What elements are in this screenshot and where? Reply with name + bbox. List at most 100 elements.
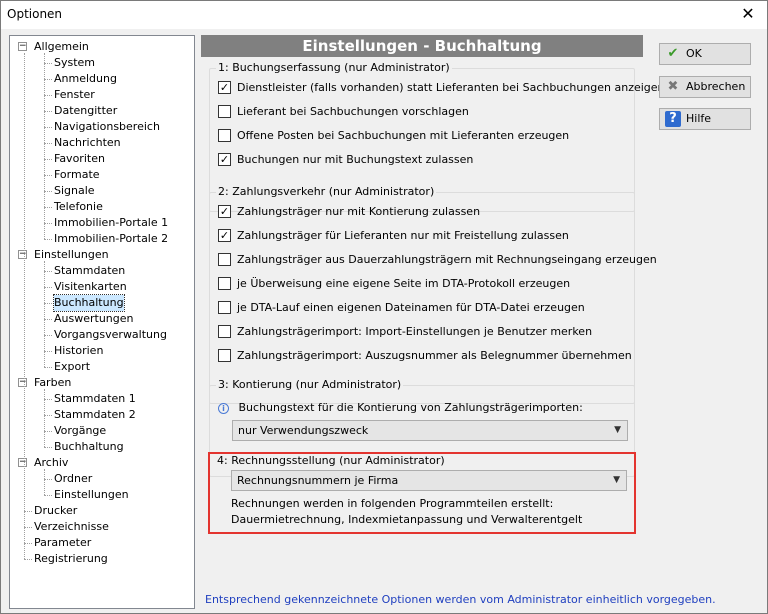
checkbox[interactable] (218, 105, 231, 118)
tree-item[interactable]: Ordner (54, 471, 92, 487)
tree-connector (24, 543, 32, 544)
tree-item[interactable]: Auswertungen (54, 311, 134, 327)
tree-item[interactable]: Stammdaten (54, 263, 125, 279)
tree-item[interactable]: Buchhaltung (53, 294, 125, 312)
buchungstext-select[interactable]: nur Verwendungszweck ▼ (232, 420, 628, 441)
option-label: je Überweisung eine eigene Seite im DTA-… (237, 277, 571, 290)
collapse-icon[interactable]: − (18, 458, 27, 467)
tree-node[interactable]: Registrierung (34, 551, 108, 567)
tree-item[interactable]: Anmeldung (54, 71, 117, 87)
option-label: Dienstleister (falls vorhanden) statt Li… (237, 81, 665, 94)
tree-connector (44, 261, 45, 367)
tree-item[interactable]: System (54, 55, 95, 71)
tree-item[interactable]: Immobilien-Portale 1 (54, 215, 168, 231)
tree-item[interactable]: Datengitter (54, 103, 117, 119)
kontierung-description: i Buchungstext für die Kontierung von Za… (218, 400, 583, 416)
group-label: 3: Kontierung (nur Administrator) (216, 378, 404, 392)
tree-item[interactable]: Einstellungen (54, 487, 129, 503)
tree-connector (44, 303, 52, 304)
tree-connector (44, 431, 52, 432)
option-label: je DTA-Lauf einen eigenen Dateinamen für… (237, 301, 585, 314)
highlight-box (208, 452, 636, 534)
ok-button[interactable]: ✔ OK (659, 43, 751, 65)
tree-connector (44, 415, 52, 416)
tree-item[interactable]: Vorgänge (54, 423, 106, 439)
tree-item[interactable]: Navigationsbereich (54, 119, 160, 135)
checkbox[interactable]: ✓ (218, 229, 231, 242)
tree-item[interactable]: Telefonie (54, 199, 103, 215)
check-icon: ✔ (667, 46, 679, 61)
checkbox[interactable]: ✓ (218, 153, 231, 166)
tree-item[interactable]: Visitenkarten (54, 279, 127, 295)
options-tree[interactable]: − Allgemein System Anmeldung Fenster Datengit… (9, 35, 195, 609)
panel-title: Einstellungen - Buchhaltung (201, 35, 643, 57)
option-label: Zahlungsträger aus Dauerzahlungsträgern … (237, 253, 657, 266)
tree-node[interactable]: Archiv (34, 455, 68, 471)
select-value: nur Verwendungszweck (238, 424, 369, 437)
tree-item[interactable]: Formate (54, 167, 100, 183)
tree-connector (44, 287, 52, 288)
help-button[interactable]: ? Hilfe (659, 108, 751, 130)
window-title: Optionen (7, 7, 63, 21)
tree-node[interactable]: Allgemein (34, 39, 89, 55)
tree-node[interactable]: Drucker (34, 503, 77, 519)
tree-connector (24, 53, 25, 559)
tree-connector (44, 127, 52, 128)
tree-connector (24, 559, 32, 560)
option-label: Zahlungsträger nur mit Kontierung zulass… (237, 205, 481, 218)
tree-connector (44, 319, 52, 320)
tree-connector (44, 63, 52, 64)
collapse-icon[interactable]: − (18, 42, 27, 51)
tree-item[interactable]: Historien (54, 343, 103, 359)
collapse-icon[interactable]: − (18, 250, 27, 259)
cancel-icon: ✖ (667, 79, 679, 94)
checkbox[interactable]: ✓ (218, 205, 231, 218)
tree-item[interactable]: Buchhaltung (54, 439, 124, 455)
group-zahlungsverkehr: 2: Zahlungsverkehr (nur Administrator) ✓… (209, 185, 657, 404)
tree-connector (44, 335, 52, 336)
tree-item[interactable]: Immobilien-Portale 2 (54, 231, 168, 247)
checkbox[interactable] (218, 301, 231, 314)
tree-item[interactable]: Fenster (54, 87, 95, 103)
tree-node[interactable]: Farben (34, 375, 71, 391)
group-label: 2: Zahlungsverkehr (nur Administrator) (216, 185, 437, 199)
description-text: Buchungstext für die Kontierung von Zahl… (238, 401, 583, 414)
tree-connector (44, 207, 52, 208)
tree-connector (44, 79, 52, 80)
cancel-button[interactable]: ✖ Abbrechen (659, 76, 751, 98)
checkbox[interactable] (218, 277, 231, 290)
tree-node[interactable]: Einstellungen (34, 247, 109, 263)
tree-item[interactable]: Vorgangsverwaltung (54, 327, 167, 343)
tree-connector (44, 495, 52, 496)
checkbox[interactable] (218, 129, 231, 142)
tree-item[interactable]: Export (54, 359, 90, 375)
checkbox[interactable] (218, 325, 231, 338)
tree-item[interactable]: Signale (54, 183, 95, 199)
tree-connector (44, 143, 52, 144)
option-label: Offene Posten bei Sachbuchungen mit Lief… (237, 129, 570, 142)
option-label: Zahlungsträger für Lieferanten nur mit F… (237, 229, 569, 242)
chevron-down-icon: ▼ (614, 425, 621, 435)
tree-connector (44, 111, 52, 112)
tree-node[interactable]: Parameter (34, 535, 91, 551)
option-label: Zahlungsträgerimport: Auszugsnummer als … (237, 349, 632, 362)
checkbox[interactable]: ✓ (218, 81, 231, 94)
tree-connector (44, 351, 52, 352)
tree-connector (44, 223, 52, 224)
close-icon[interactable]: ✕ (737, 3, 759, 25)
tree-item[interactable]: Favoriten (54, 151, 105, 167)
tree-node[interactable]: Verzeichnisse (34, 519, 109, 535)
title-bar: Optionen ✕ (1, 1, 767, 29)
tree-connector (44, 175, 52, 176)
tree-connector (44, 191, 52, 192)
tree-connector (44, 447, 52, 448)
tree-connector (44, 479, 52, 480)
tree-item[interactable]: Stammdaten 1 (54, 391, 136, 407)
collapse-icon[interactable]: − (18, 378, 27, 387)
tree-item[interactable]: Nachrichten (54, 135, 121, 151)
checkbox[interactable] (218, 253, 231, 266)
option-label: Buchungen nur mit Buchungstext zulassen (237, 153, 474, 166)
tree-item[interactable]: Stammdaten 2 (54, 407, 136, 423)
info-icon: i (218, 403, 229, 414)
checkbox[interactable] (218, 349, 231, 362)
